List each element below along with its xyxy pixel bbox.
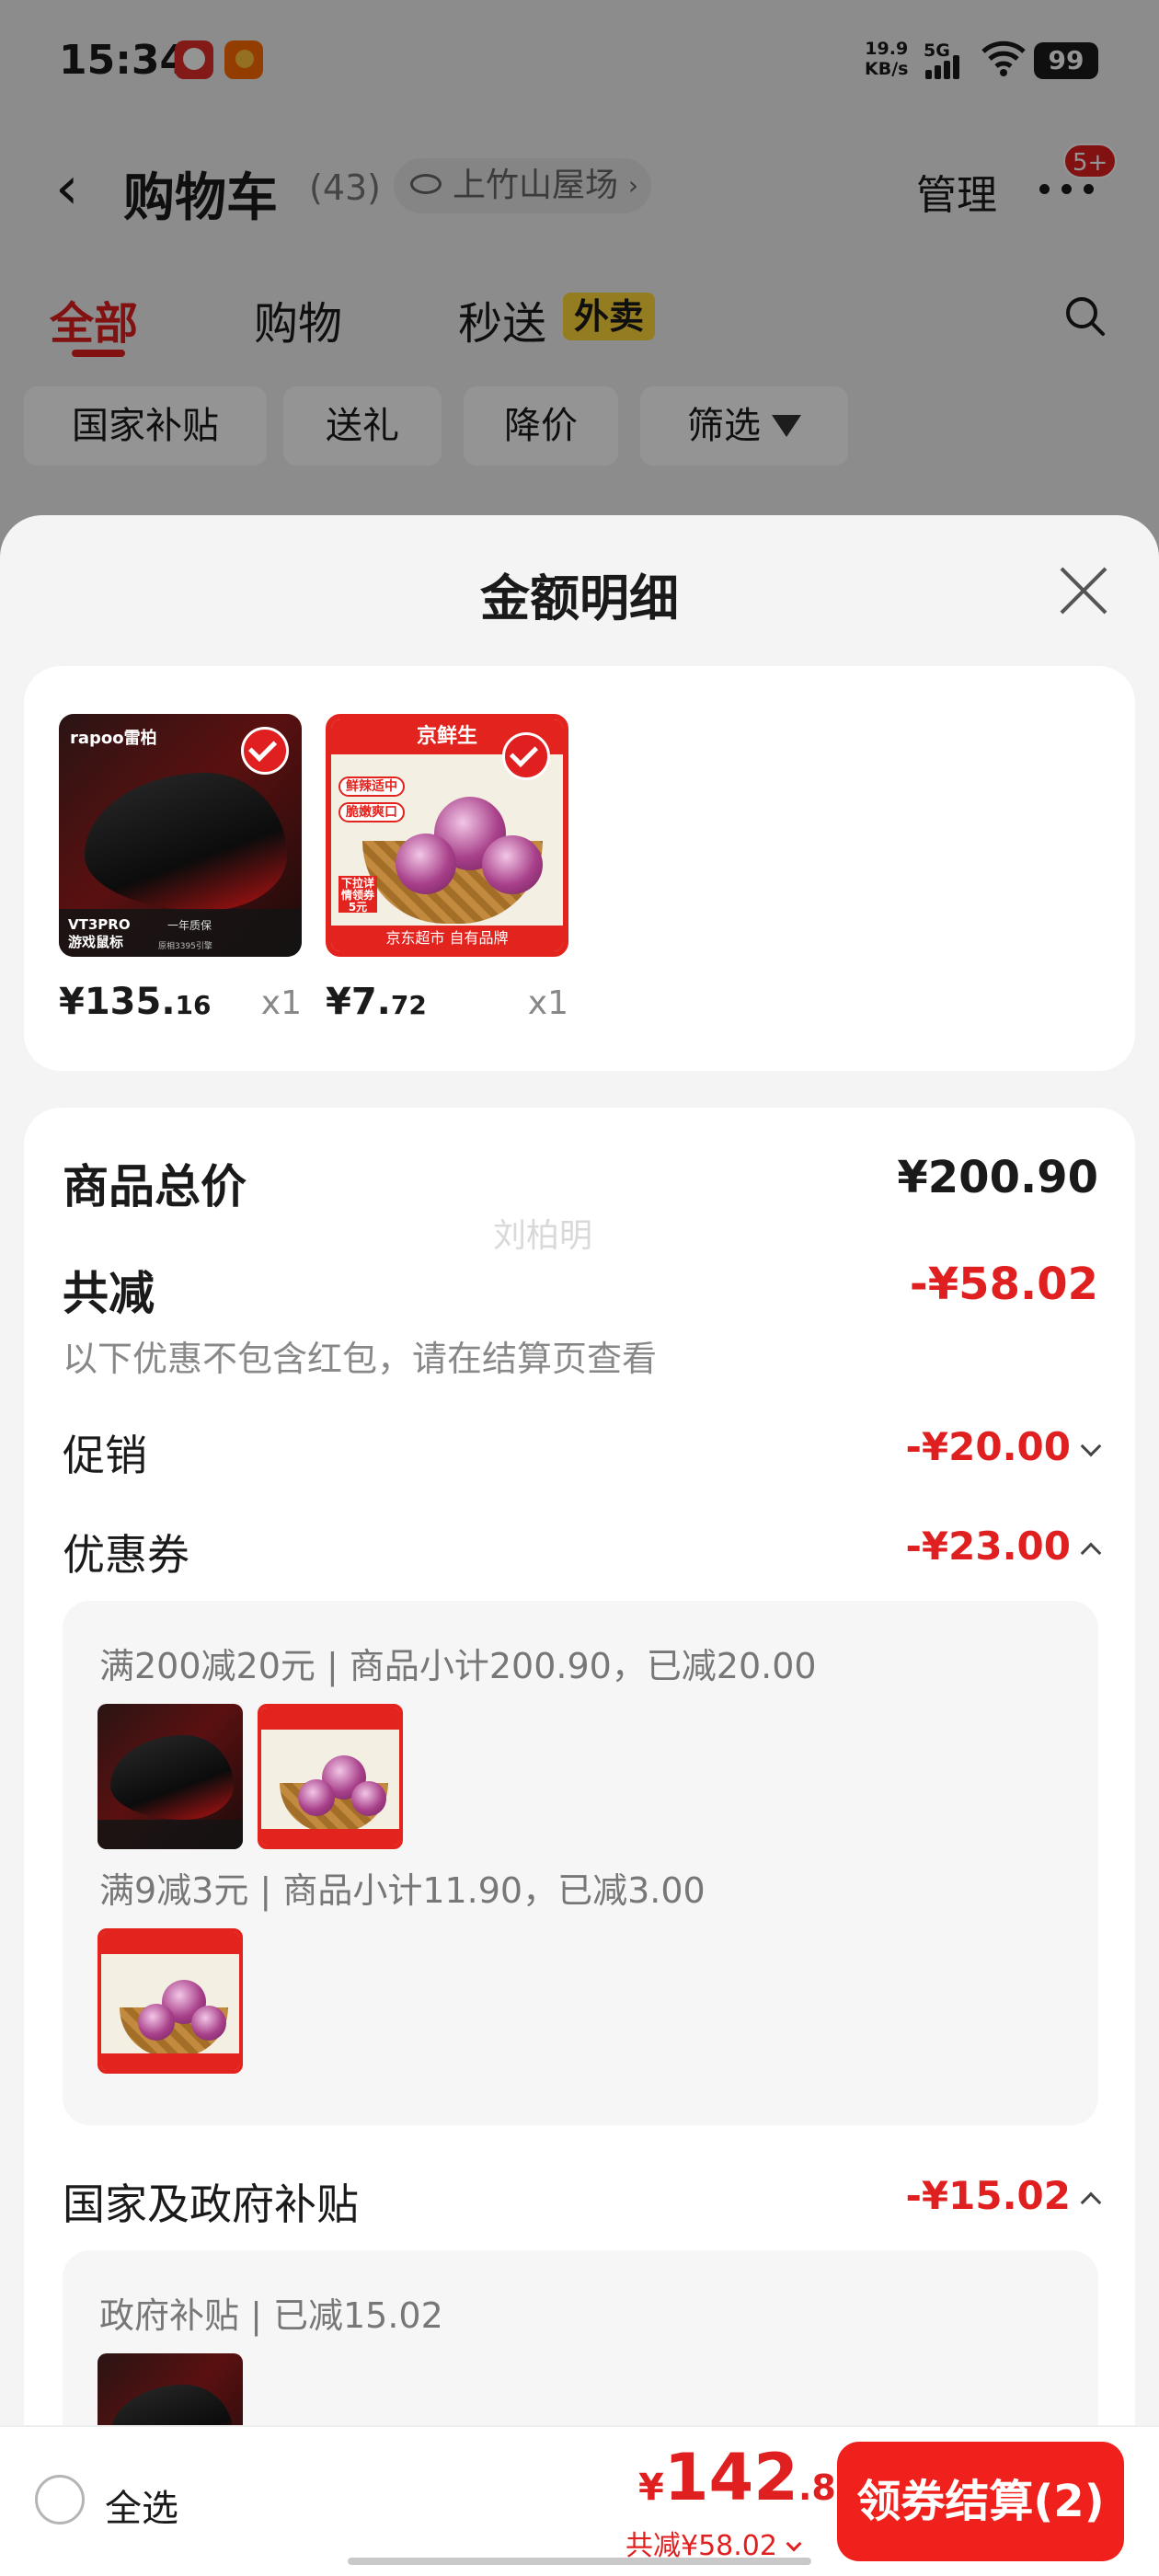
product-price-dec: 72: [390, 990, 427, 1020]
product-image-mouse: rapoo雷柏 VT3PRO 游戏鼠标 一年质保 原相3395引擎: [59, 714, 302, 957]
checkout-button[interactable]: 领券结算(2): [837, 2442, 1124, 2561]
total-amount: ¥142.88: [638, 2440, 860, 2515]
total-price-value: ¥200.90: [897, 1152, 1098, 1203]
product-image-brand: rapoo雷柏: [70, 729, 157, 748]
discount-label: 共减: [63, 1267, 155, 1320]
product-item[interactable]: 京鲜生 鲜辣适中 脆嫩爽口 下拉详情领券 5元 京东超市 自有品牌 ¥7.72 …: [326, 714, 568, 1023]
product-image-tag: 鲜辣适中: [339, 776, 405, 797]
selected-products-card: rapoo雷柏 VT3PRO 游戏鼠标 一年质保 原相3395引擎 ¥135.1…: [24, 666, 1135, 1071]
coupon-rule: 满200减20元 | 商品小计200.90，已减20.00: [99, 1646, 817, 1686]
product-image-footer: 京东超市 自有品牌: [331, 926, 563, 951]
amount-summary-card: 商品总价 ¥200.90 刘柏明 共减 -¥58.02 以下优惠不包含红包，请在…: [24, 1108, 1135, 2576]
chevron-up-icon: [1080, 2191, 1102, 2214]
select-all-label[interactable]: 全选: [105, 2478, 178, 2532]
close-icon[interactable]: [1056, 563, 1111, 618]
sheet-title: 金额明细: [480, 569, 679, 627]
subsidy-rule: 政府补贴 | 已减15.02: [99, 2295, 443, 2336]
product-image-tag: 脆嫩爽口: [339, 802, 405, 822]
product-price-int: ¥7.: [326, 981, 391, 1023]
chevron-up-icon: [1080, 1542, 1102, 1564]
promo-value: -¥20.00: [905, 1424, 1071, 1469]
mouse-illustration: [85, 773, 287, 911]
select-all-checkbox[interactable]: [35, 2475, 85, 2524]
promo-label: 促销: [63, 1431, 147, 1480]
total-integer: 142: [663, 2440, 798, 2515]
coupon-label: 优惠券: [63, 1530, 189, 1580]
product-price: ¥7.72: [326, 981, 427, 1023]
check-icon: [502, 732, 550, 780]
chevron-down-icon: [1080, 1435, 1102, 1457]
product-image-footer: VT3PRO 游戏鼠标 一年质保 原相3395引擎: [59, 909, 302, 957]
product-price-int: ¥135.: [59, 981, 176, 1023]
onion-illustration: [396, 834, 456, 894]
coupon-value: -¥23.00: [905, 1524, 1071, 1569]
chevron-down-icon: [786, 2536, 802, 2552]
total-price-label: 商品总价: [63, 1160, 247, 1213]
checkout-bar: 全选 ¥142.88 共减¥58.02 领券结算(2): [0, 2425, 1159, 2576]
amount-detail-sheet: 金额明细 rapoo雷柏 VT3PRO 游戏鼠标 一年质保 原相3395引擎 ¥…: [0, 515, 1159, 2576]
product-image-engine: 原相3395引擎: [158, 942, 212, 951]
product-image-warranty: 一年质保: [167, 919, 212, 932]
discount-note: 以下优惠不包含红包，请在结算页查看: [63, 1339, 658, 1379]
coupon-product-thumb: [98, 1928, 243, 2074]
watermark: 刘柏明: [493, 1217, 593, 1255]
product-image-model: VT3PRO: [68, 916, 131, 933]
home-indicator: [348, 2558, 811, 2565]
product-image-category: 游戏鼠标: [68, 934, 124, 950]
subsidy-value: -¥15.02: [905, 2173, 1071, 2218]
coupon-product-thumb: [98, 1704, 243, 1849]
product-image-onion: 京鲜生 鲜辣适中 脆嫩爽口 下拉详情领券 5元 京东超市 自有品牌: [326, 714, 568, 957]
total-currency: ¥: [638, 2467, 664, 2509]
coupon-rule: 满9减3元 | 商品小计11.90，已减3.00: [99, 1870, 706, 1911]
product-price-dec: 16: [175, 990, 212, 1020]
product-item[interactable]: rapoo雷柏 VT3PRO 游戏鼠标 一年质保 原相3395引擎 ¥135.1…: [59, 714, 302, 1023]
check-icon: [241, 727, 289, 775]
product-quantity: x1: [527, 984, 568, 1022]
coupon-detail-panel: 满200减20元 | 商品小计200.90，已减20.00 满9减3元 | 商品…: [63, 1601, 1098, 2125]
product-quantity: x1: [260, 984, 302, 1022]
product-price: ¥135.16: [59, 981, 212, 1023]
coupon-product-thumb: [258, 1704, 403, 1849]
onion-illustration: [482, 835, 543, 894]
product-image-price-tag: 下拉详情领券 5元: [339, 876, 377, 914]
discount-value: -¥58.02: [909, 1259, 1098, 1310]
subsidy-label: 国家及政府补贴: [63, 2179, 359, 2229]
